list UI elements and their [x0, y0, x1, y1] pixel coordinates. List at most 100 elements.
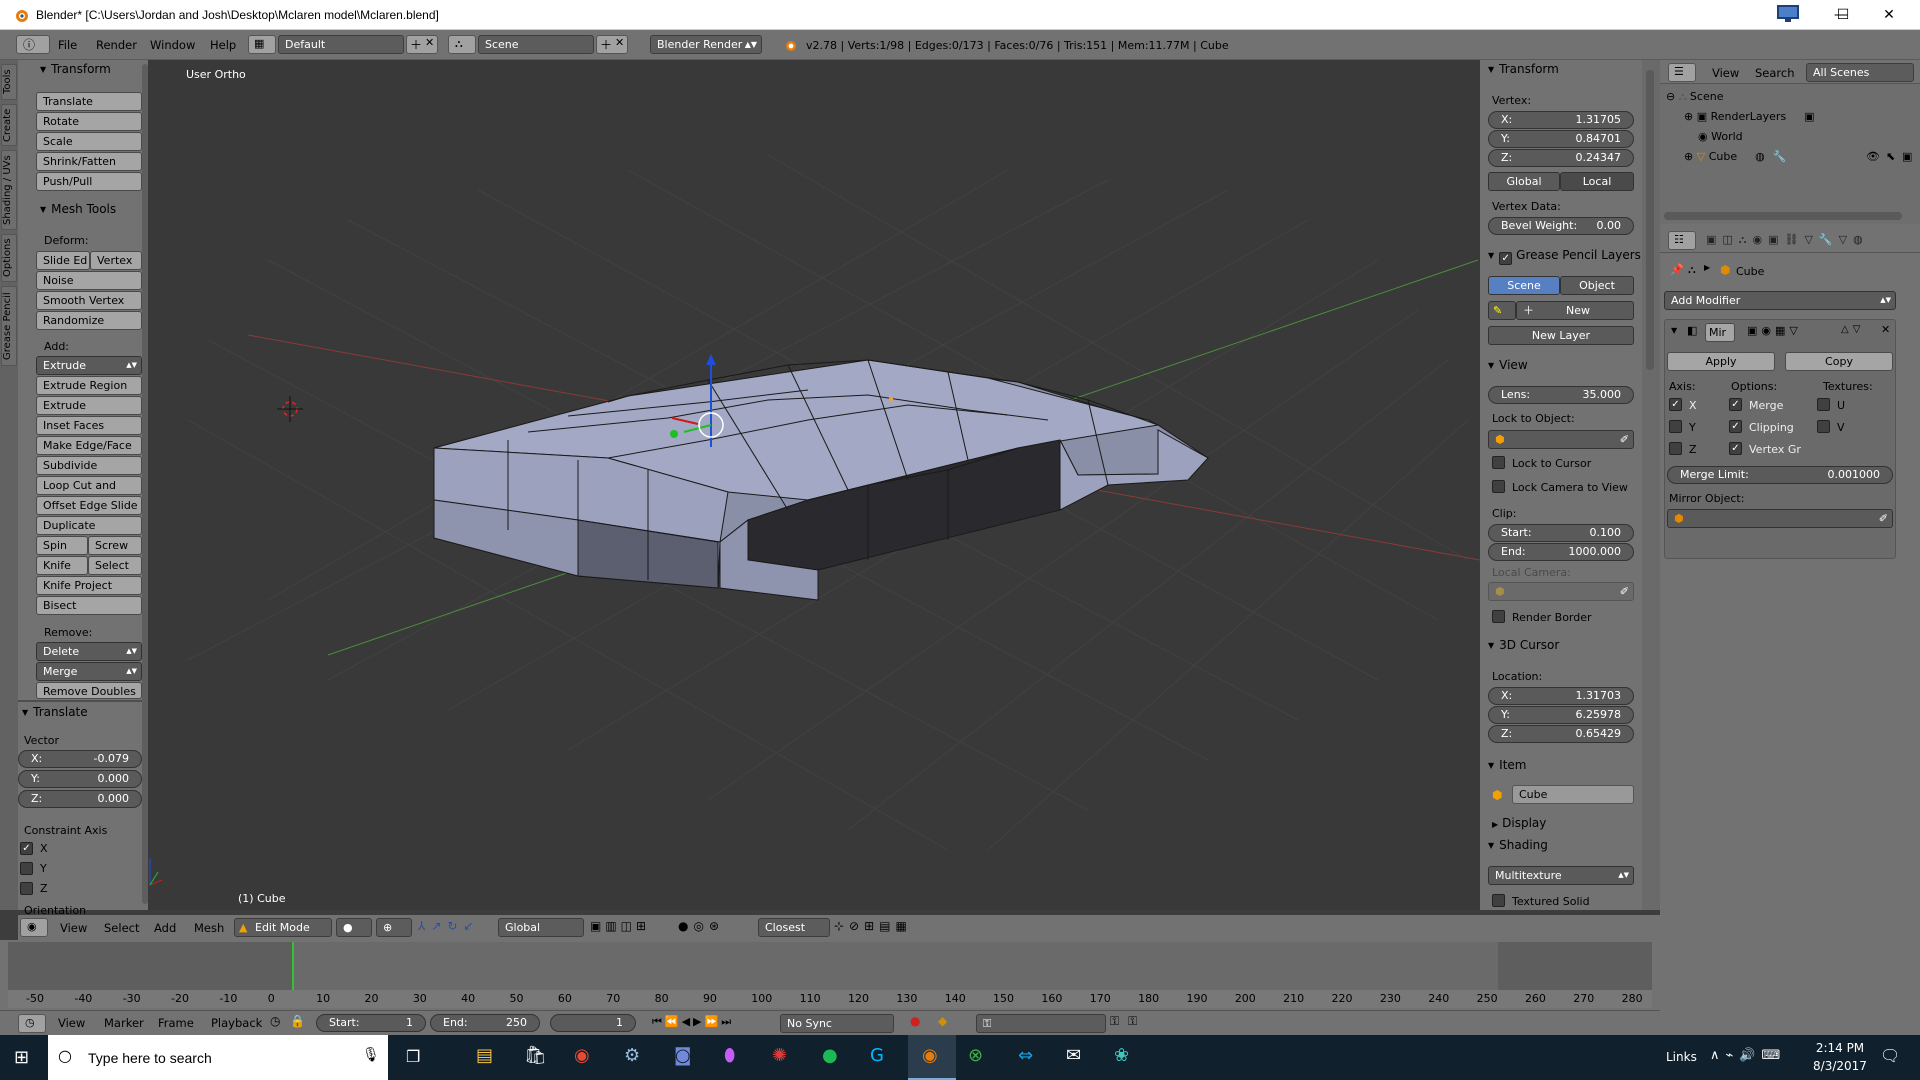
shading-select[interactable]: ●	[336, 918, 372, 937]
noise-button[interactable]: Noise	[36, 271, 142, 290]
loop-cut-button[interactable]: Loop Cut and Slide	[36, 476, 142, 509]
discord-icon[interactable]: ◙	[674, 1045, 691, 1066]
tab-shading-uvs[interactable]: Shading / UVs	[1, 150, 17, 230]
item-name-field[interactable]: Cube	[1512, 785, 1634, 804]
texture-v-checkbox[interactable]	[1817, 420, 1830, 433]
modifier-name-field[interactable]: Mir	[1705, 323, 1735, 342]
viewport-menu-add[interactable]: Add	[154, 921, 176, 935]
mirror-object-field[interactable]: ⬢ ✐	[1667, 509, 1893, 528]
lock-object-field[interactable]: ⬢ ✐	[1488, 430, 1634, 449]
current-frame-line[interactable]	[292, 942, 294, 990]
gp-brush-button[interactable]: ✎	[1488, 301, 1516, 320]
panel-header-view[interactable]: View	[1488, 358, 1527, 372]
modifier-visibility-icons[interactable]: ▣◉▦▽	[1747, 324, 1802, 337]
subdivide-button[interactable]: Subdivide	[36, 456, 142, 475]
3d-viewport[interactable]: User Ortho (1) Cube	[148, 60, 1480, 910]
constraint-x-checkbox[interactable]: ✓	[20, 842, 33, 855]
offset-edge-slide-button[interactable]: Offset Edge Slide	[36, 496, 142, 515]
outliner-item-renderlayers[interactable]: ⊕ ▣ RenderLayers ▣	[1684, 110, 1815, 123]
clip-end-field[interactable]: End: 1000.000	[1488, 543, 1634, 561]
render-engine-select[interactable]: Blender Render ▲▼	[650, 35, 762, 54]
menu-window[interactable]: Window	[150, 38, 195, 52]
clip-start-field[interactable]: Start: 0.100	[1488, 524, 1634, 542]
grease-pencil-checkbox[interactable]: ✓	[1499, 252, 1513, 265]
vector-x-field[interactable]: X: -0.079	[18, 750, 142, 768]
axis-z-checkbox[interactable]	[1669, 442, 1682, 455]
outliner-item-world[interactable]: ◉ World	[1698, 130, 1743, 143]
proportional-icons[interactable]: ●◎⊛	[678, 919, 724, 933]
chrome-icon[interactable]: ◉	[574, 1045, 590, 1066]
steam-icon[interactable]: ⚙	[624, 1045, 640, 1066]
links-toolbar[interactable]: Links	[1666, 1050, 1697, 1064]
extrude-menu[interactable]: Extrude ▲▼	[36, 356, 142, 375]
new-layer-button[interactable]: New Layer	[1488, 326, 1634, 345]
rotate-button[interactable]: Rotate	[36, 112, 142, 131]
system-tray-icons[interactable]: ∧⌁🔊⌨	[1710, 1048, 1786, 1063]
add-modifier-select[interactable]: Add Modifier ▲▼	[1664, 291, 1896, 310]
gp-object-toggle[interactable]: Object	[1560, 276, 1634, 295]
mail-icon[interactable]: ✉	[1066, 1045, 1081, 1066]
microphone-icon[interactable]: 🎙	[362, 1047, 380, 1063]
monitor-icon[interactable]	[1776, 4, 1800, 24]
textured-solid-checkbox[interactable]	[1492, 894, 1505, 907]
knife-select-button[interactable]: Select	[88, 556, 142, 575]
file-explorer-icon[interactable]: ▤	[476, 1045, 493, 1066]
current-frame-field[interactable]: 1	[550, 1014, 636, 1032]
tab-options[interactable]: Options	[1, 234, 17, 282]
lock-camera-checkbox[interactable]	[1492, 480, 1505, 493]
viewport-menu-view[interactable]: View	[60, 921, 87, 935]
record-icon[interactable]: ●	[910, 1014, 920, 1028]
cursor-x-field[interactable]: X: 1.31703	[1488, 687, 1634, 705]
axis-x-checkbox[interactable]: ✓	[1669, 398, 1682, 411]
playback-controls-icons[interactable]: ⏮⏪◀▶⏩⏭	[652, 1015, 734, 1029]
gp-scene-toggle[interactable]: Scene	[1488, 276, 1560, 295]
knife-project-button[interactable]: Knife Project	[36, 576, 142, 595]
inset-faces-button[interactable]: Inset Faces	[36, 416, 142, 435]
sync-mode-select[interactable]: No Sync	[780, 1014, 894, 1033]
timeline-area[interactable]	[8, 942, 1652, 990]
snap-target-select[interactable]: Closest	[758, 918, 830, 937]
insert-keyframe-icon[interactable]: ⚿	[1110, 1014, 1119, 1029]
start-frame-field[interactable]: Start: 1	[316, 1014, 426, 1032]
layout-add-remove[interactable]: ＋ ✕	[406, 35, 438, 54]
constraint-y-checkbox[interactable]	[20, 862, 33, 875]
randomize-button[interactable]: Randomize	[36, 311, 142, 330]
vertex-x-field[interactable]: X: 1.31705	[1488, 111, 1634, 129]
constraint-z-checkbox[interactable]	[20, 882, 33, 895]
lens-field[interactable]: Lens: 35.000	[1488, 386, 1634, 404]
merge-checkbox[interactable]: ✓	[1729, 398, 1742, 411]
local-toggle[interactable]: Local	[1560, 172, 1634, 191]
preview-range-icon[interactable]: ◷	[270, 1014, 280, 1028]
timeline-editor-button[interactable]: ◷	[18, 1014, 46, 1033]
layout-field[interactable]: Default	[278, 35, 404, 54]
panel-header-translate[interactable]: Translate	[22, 705, 88, 719]
shading-mode-select[interactable]: Multitexture ▲▼	[1488, 866, 1634, 885]
map-pin-icon[interactable]: ⬮	[724, 1045, 735, 1066]
vector-y-field[interactable]: Y: 0.000	[18, 770, 142, 788]
spin-button[interactable]: Spin	[36, 536, 88, 555]
texture-u-checkbox[interactable]	[1817, 398, 1830, 411]
timeline-menu-view[interactable]: View	[58, 1016, 85, 1030]
vector-z-field[interactable]: Z: 0.000	[18, 790, 142, 808]
bevel-weight-field[interactable]: Bevel Weight: 0.00	[1488, 217, 1634, 235]
transform-orientation-select[interactable]: Global	[498, 918, 584, 937]
close-button[interactable]: ✕	[1866, 0, 1912, 30]
cursor-z-field[interactable]: Z: 0.65429	[1488, 725, 1634, 743]
vertex-z-field[interactable]: Z: 0.24347	[1488, 149, 1634, 167]
outliner-item-cube[interactable]: ⊕ ▽ Cube ◍ 🔧 👁 ⬉ ▣	[1684, 150, 1920, 163]
screw-button[interactable]: Screw	[88, 536, 142, 555]
move-up-down-icons[interactable]: △▽	[1841, 324, 1864, 335]
scene-icon-button[interactable]: ⛬	[448, 35, 476, 54]
logitech-icon[interactable]: G	[870, 1045, 884, 1066]
outliner-editor-button[interactable]: ☰	[1668, 63, 1696, 82]
panel-header-mesh-tools[interactable]: Mesh Tools	[40, 202, 116, 216]
scene-field[interactable]: Scene	[478, 35, 594, 54]
render-toggle-icon[interactable]: ▣	[1804, 110, 1814, 123]
scale-button[interactable]: Scale	[36, 132, 142, 151]
viewport-editor-button[interactable]: ◉	[20, 918, 48, 937]
teamviewer-icon[interactable]: ⇔	[1018, 1045, 1033, 1066]
collapse-arrow-icon[interactable]: ▼	[1671, 326, 1677, 335]
properties-editor-button[interactable]: ☷	[1668, 231, 1696, 250]
lock-to-cursor-checkbox[interactable]	[1492, 456, 1505, 469]
outliner-hscrollbar[interactable]	[1664, 212, 1902, 220]
